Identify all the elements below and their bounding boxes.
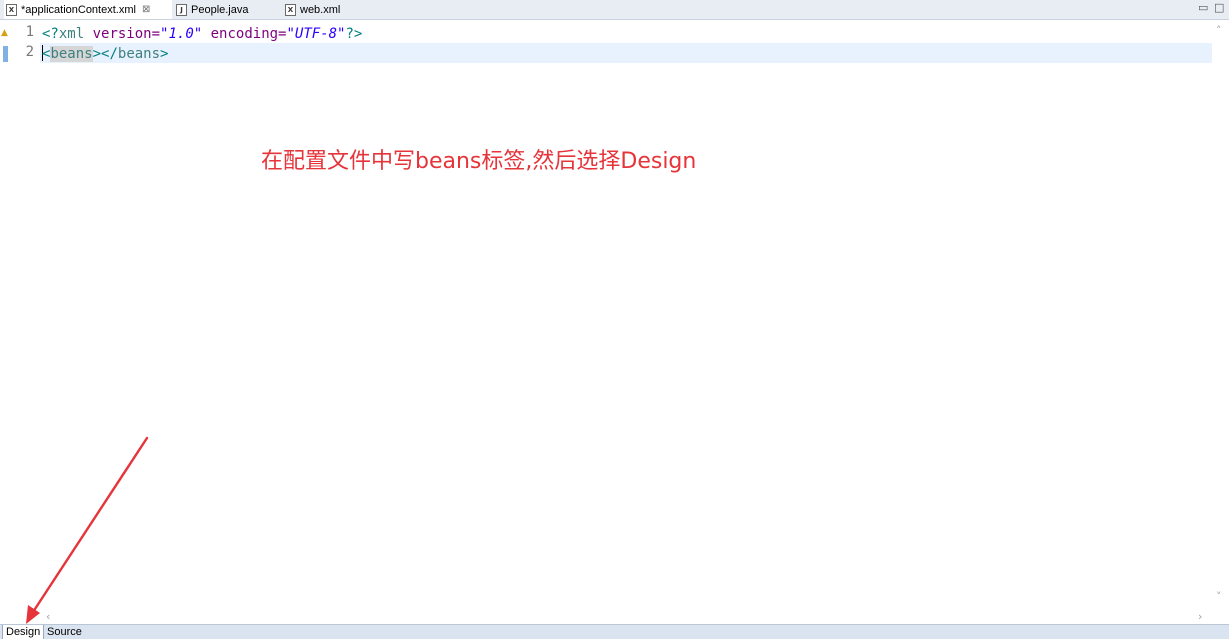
tag-gt: > — [92, 46, 102, 62]
maximize-icon[interactable]: □ — [1214, 1, 1224, 14]
annotation-text: 在配置文件中写beans标签,然后选择Design — [261, 149, 697, 174]
xml-file-icon: X — [6, 3, 17, 16]
xml-prolog-open: <? — [42, 26, 59, 42]
tab-people-java[interactable]: J People.java — [176, 0, 274, 19]
beans-close-tag: beans — [117, 46, 161, 62]
annotation-arrow — [26, 436, 149, 624]
editor-tab-bar: X *applicationContext.xml ⊠ J People.jav… — [0, 0, 1229, 20]
code-line-2[interactable]: <beans></beans> — [42, 44, 168, 64]
beans-open-tag: beans — [50, 46, 93, 62]
xml-prolog-close: ?> — [345, 26, 363, 42]
encoding-value: "UTF-8" — [286, 26, 346, 42]
scroll-down-icon[interactable]: ˅ — [1216, 590, 1222, 603]
xml-file-icon: X — [285, 3, 296, 16]
design-tab[interactable]: Design — [2, 625, 45, 639]
tag-close-gt: > — [160, 46, 169, 62]
minimize-icon[interactable]: ▭ — [1198, 1, 1208, 14]
line-number: 1 — [25, 24, 34, 40]
java-file-icon: J — [176, 3, 187, 16]
vertical-scrollbar[interactable]: ˄ ˅ — [1212, 20, 1229, 612]
encoding-attribute: encoding= — [210, 26, 287, 42]
close-icon[interactable]: ⊠ — [142, 4, 150, 15]
tab-label: *applicationContext.xml — [21, 3, 136, 16]
line-number-gutter — [0, 20, 40, 612]
tab-web-xml[interactable]: X web.xml — [285, 0, 355, 19]
scroll-left-icon[interactable]: ‹ — [46, 610, 50, 623]
line-number: 2 — [25, 44, 34, 60]
scroll-right-icon[interactable]: › — [1198, 610, 1202, 623]
tag-close-lt: </ — [101, 46, 118, 62]
tab-label: People.java — [191, 3, 249, 16]
editor-page-tabs: Design Source — [0, 624, 1229, 639]
quick-diff-marker — [3, 46, 8, 62]
tab-application-context[interactable]: X *applicationContext.xml ⊠ — [4, 0, 172, 19]
horizontal-scrollbar[interactable]: ‹ › — [40, 610, 1212, 624]
warning-icon: ▲ — [1, 28, 8, 38]
tab-label: web.xml — [300, 3, 341, 16]
xml-keyword: xml — [58, 26, 85, 42]
scroll-up-icon[interactable]: ˄ — [1216, 24, 1222, 37]
code-line-1[interactable]: <?xml version="1.0" encoding="UTF-8"?> — [42, 24, 362, 44]
version-value: "1.0" — [160, 26, 203, 42]
current-line-highlight — [40, 43, 1212, 63]
version-attribute: version= — [92, 26, 161, 42]
source-tab[interactable]: Source — [44, 625, 85, 639]
arrow-shaft — [31, 436, 149, 614]
